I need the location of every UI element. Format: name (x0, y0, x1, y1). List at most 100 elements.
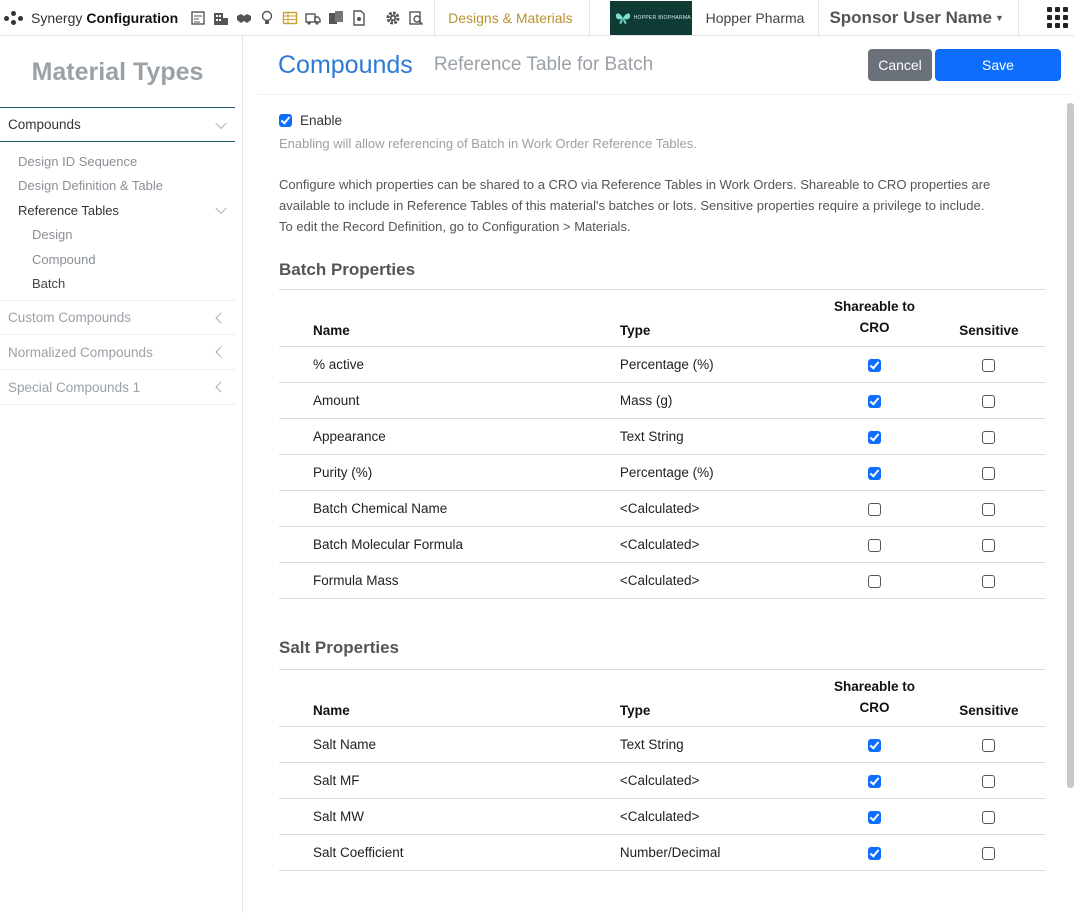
org-logo: HOPPER BIOPHARMA (609, 0, 692, 35)
description-line: available to include in Reference Tables… (279, 198, 985, 213)
sidebar-item-ref-compound[interactable]: Compound (0, 247, 235, 272)
shareable-checkbox[interactable] (868, 574, 882, 588)
sidebar-item-compounds[interactable]: Compounds (0, 107, 235, 142)
sensitive-checkbox[interactable] (982, 466, 996, 480)
sensitive-checkbox[interactable] (982, 774, 996, 788)
sensitive-checkbox[interactable] (982, 738, 996, 752)
batch-section-title: Batch Properties (279, 260, 416, 279)
main-panel: Compounds Reference Table for Batch Canc… (258, 36, 1074, 913)
lightbulb-icon[interactable] (258, 9, 275, 26)
table-row: Purity (%) Percentage (%) (279, 454, 1045, 491)
sensitive-checkbox[interactable] (982, 574, 996, 588)
butterfly-icon (615, 12, 630, 24)
table-row: Amount Mass (g) (279, 382, 1045, 419)
table-row: Salt Name Text String (279, 726, 1045, 763)
property-type: <Calculated> (619, 490, 817, 527)
shareable-cell (816, 346, 933, 383)
top-bar: Synergy Configuration Designs & Material… (0, 0, 1074, 36)
property-type: Text String (619, 726, 817, 763)
property-type: Text String (619, 418, 817, 455)
table-row: Batch Molecular Formula <Calculated> (279, 526, 1045, 563)
sensitive-cell (932, 562, 1045, 599)
org-name: Hopper Pharma (705, 9, 805, 26)
module-link[interactable]: Designs & Materials (435, 0, 589, 36)
sidebar-item-design-id-sequence[interactable]: Design ID Sequence (0, 149, 235, 174)
table-icon[interactable] (281, 9, 298, 26)
sensitive-checkbox[interactable] (982, 538, 996, 552)
shareable-checkbox[interactable] (868, 466, 882, 480)
sensitive-checkbox[interactable] (982, 358, 996, 372)
file-icon[interactable] (350, 9, 367, 26)
shareable-cell (816, 382, 933, 419)
shareable-checkbox[interactable] (868, 810, 882, 824)
shareable-checkbox[interactable] (868, 846, 882, 860)
user-menu[interactable]: Sponsor User Name ▼ (819, 0, 1013, 36)
column-shareable-to-cro: Shareable to CRO (816, 289, 933, 347)
sensitive-checkbox[interactable] (982, 810, 996, 824)
sensitive-checkbox[interactable] (982, 502, 996, 516)
cancel-button[interactable]: Cancel (868, 49, 932, 81)
sensitive-cell (932, 454, 1045, 491)
description-line: Configure which properties can be shared… (279, 177, 991, 192)
shareable-checkbox[interactable] (868, 502, 882, 516)
sensitive-cell (932, 726, 1045, 763)
enable-checkbox[interactable] (279, 113, 292, 127)
content-area: Enable Enabling will allow referencing o… (279, 110, 1045, 871)
compounds-submenu: Design ID Sequence Design Definition & T… (0, 142, 235, 300)
sensitive-checkbox[interactable] (982, 430, 996, 444)
brand-section: Configuration (86, 9, 179, 26)
save-button[interactable]: Save (935, 49, 1061, 81)
sensitive-checkbox[interactable] (982, 394, 996, 408)
sidebar-item-design-definition[interactable]: Design Definition & Table (0, 174, 235, 199)
gear-icon[interactable] (384, 9, 401, 26)
property-name: Salt MF (279, 762, 620, 799)
sensitive-cell (932, 834, 1045, 871)
sidebar-item-reference-tables[interactable]: Reference Tables (0, 198, 235, 223)
column-name: Name (279, 669, 620, 727)
property-type: <Calculated> (619, 526, 817, 563)
table-row: Batch Chemical Name <Calculated> (279, 490, 1045, 527)
sensitive-cell (932, 762, 1045, 799)
shareable-checkbox[interactable] (868, 538, 882, 552)
property-name: Salt Name (279, 726, 620, 763)
column-type: Type (619, 669, 817, 727)
property-name: Batch Molecular Formula (279, 526, 620, 563)
logo-text: HOPPER BIOPHARMA (633, 14, 691, 21)
divider (1017, 0, 1019, 36)
shareable-checkbox[interactable] (868, 394, 882, 408)
documents-icon[interactable] (327, 9, 344, 26)
handshake-icon[interactable] (235, 9, 252, 26)
sensitive-cell (932, 418, 1045, 455)
report-icon[interactable] (189, 9, 206, 26)
table-row: Salt MW <Calculated> (279, 798, 1045, 835)
scrollbar[interactable] (1067, 103, 1074, 788)
sidebar-item-special-compounds-1[interactable]: Special Compounds 1 (0, 370, 235, 405)
sidebar-item-label: Custom Compounds (8, 310, 132, 325)
property-name: Amount (279, 382, 620, 419)
shareable-cell (816, 726, 933, 763)
sidebar-item-label: Reference Tables (18, 202, 119, 218)
sidebar-item-normalized-compounds[interactable]: Normalized Compounds (0, 335, 235, 370)
property-name: Salt MW (279, 798, 620, 835)
truck-icon[interactable] (304, 9, 321, 26)
shareable-checkbox[interactable] (868, 430, 882, 444)
sidebar-item-ref-batch[interactable]: Batch (0, 272, 235, 297)
shareable-cell (816, 762, 933, 799)
shareable-checkbox[interactable] (868, 358, 882, 372)
sidebar-item-custom-compounds[interactable]: Custom Compounds (0, 300, 235, 335)
brand[interactable]: Synergy Configuration (0, 0, 178, 36)
shareable-checkbox[interactable] (868, 774, 882, 788)
salt-properties-table: Name Type Shareable to CRO Sensitive Salt… (279, 669, 1045, 871)
enable-label: Enable (300, 112, 343, 128)
app-grid-button[interactable] (1040, 0, 1074, 36)
shareable-cell (816, 490, 933, 527)
grid-icon (1046, 7, 1068, 28)
sensitive-checkbox[interactable] (982, 846, 996, 860)
sidebar-item-ref-design[interactable]: Design (0, 223, 235, 248)
user-name: Sponsor User Name (829, 7, 992, 27)
column-sensitive: Sensitive (932, 289, 1045, 347)
property-name: Purity (%) (279, 454, 620, 491)
shareable-checkbox[interactable] (868, 738, 882, 752)
building-icon[interactable] (212, 9, 229, 26)
settings-search-icon[interactable] (407, 9, 424, 26)
